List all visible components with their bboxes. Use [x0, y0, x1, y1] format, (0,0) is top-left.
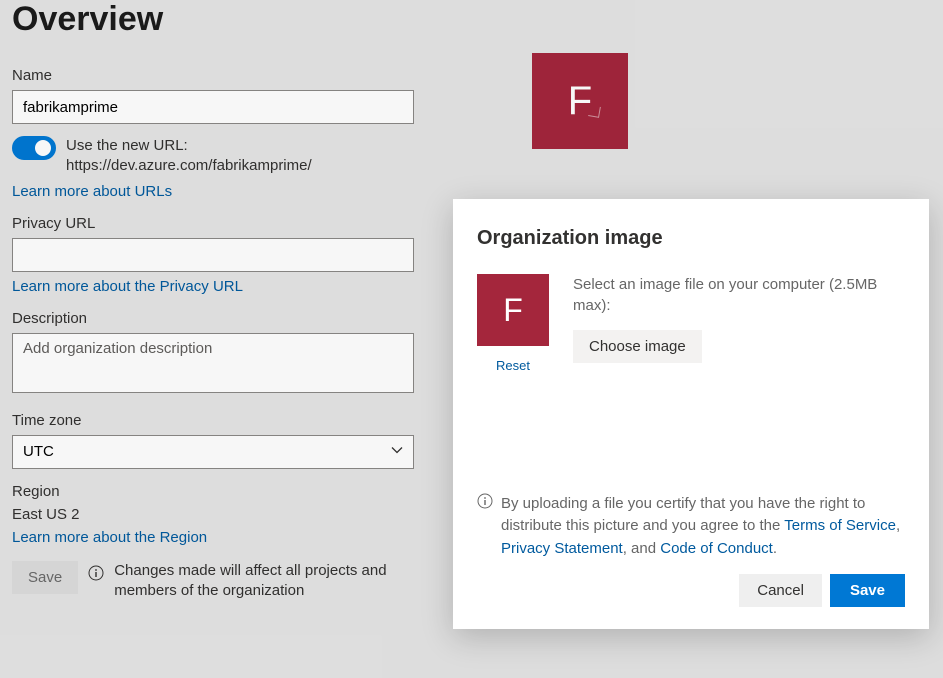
choose-image-button[interactable]: Choose image — [573, 330, 702, 363]
dialog-org-tile: F — [477, 274, 549, 346]
region-value: East US 2 — [12, 506, 432, 523]
save-button[interactable]: Save — [12, 561, 78, 594]
dialog-instructions: Select an image file on your computer (2… — [573, 274, 905, 316]
info-icon — [88, 565, 104, 586]
learn-more-privacy-link[interactable]: Learn more about the Privacy URL — [12, 278, 243, 295]
url-toggle[interactable] — [12, 136, 56, 160]
info-icon — [477, 493, 493, 514]
cancel-button[interactable]: Cancel — [739, 574, 822, 607]
privacy-url-label: Privacy URL — [12, 215, 432, 232]
region-label: Region — [12, 483, 432, 500]
privacy-link[interactable]: Privacy Statement — [501, 540, 623, 557]
disclaimer-text: By uploading a file you certify that you… — [501, 493, 905, 561]
description-textarea[interactable] — [12, 333, 414, 393]
tos-link[interactable]: Terms of Service — [784, 517, 896, 534]
page-title: Overview — [12, 0, 931, 39]
org-image-tile[interactable]: F — [532, 53, 628, 149]
dialog-save-button[interactable]: Save — [830, 574, 905, 607]
reset-link[interactable]: Reset — [477, 358, 549, 373]
timezone-select[interactable]: UTC — [12, 435, 414, 469]
save-info-text: Changes made will affect all projects an… — [114, 561, 432, 602]
url-toggle-label: Use the new URL: https://dev.azure.com/f… — [66, 136, 428, 177]
dialog-title: Organization image — [477, 227, 905, 250]
description-label: Description — [12, 310, 432, 327]
privacy-url-input[interactable] — [12, 238, 414, 272]
name-label: Name — [12, 67, 432, 84]
coc-link[interactable]: Code of Conduct — [660, 540, 773, 557]
name-input[interactable] — [12, 90, 414, 124]
learn-more-region-link[interactable]: Learn more about the Region — [12, 529, 207, 546]
learn-more-urls-link[interactable]: Learn more about URLs — [12, 183, 172, 200]
timezone-label: Time zone — [12, 412, 432, 429]
organization-image-dialog: Organization image F Reset Select an ima… — [453, 199, 929, 629]
